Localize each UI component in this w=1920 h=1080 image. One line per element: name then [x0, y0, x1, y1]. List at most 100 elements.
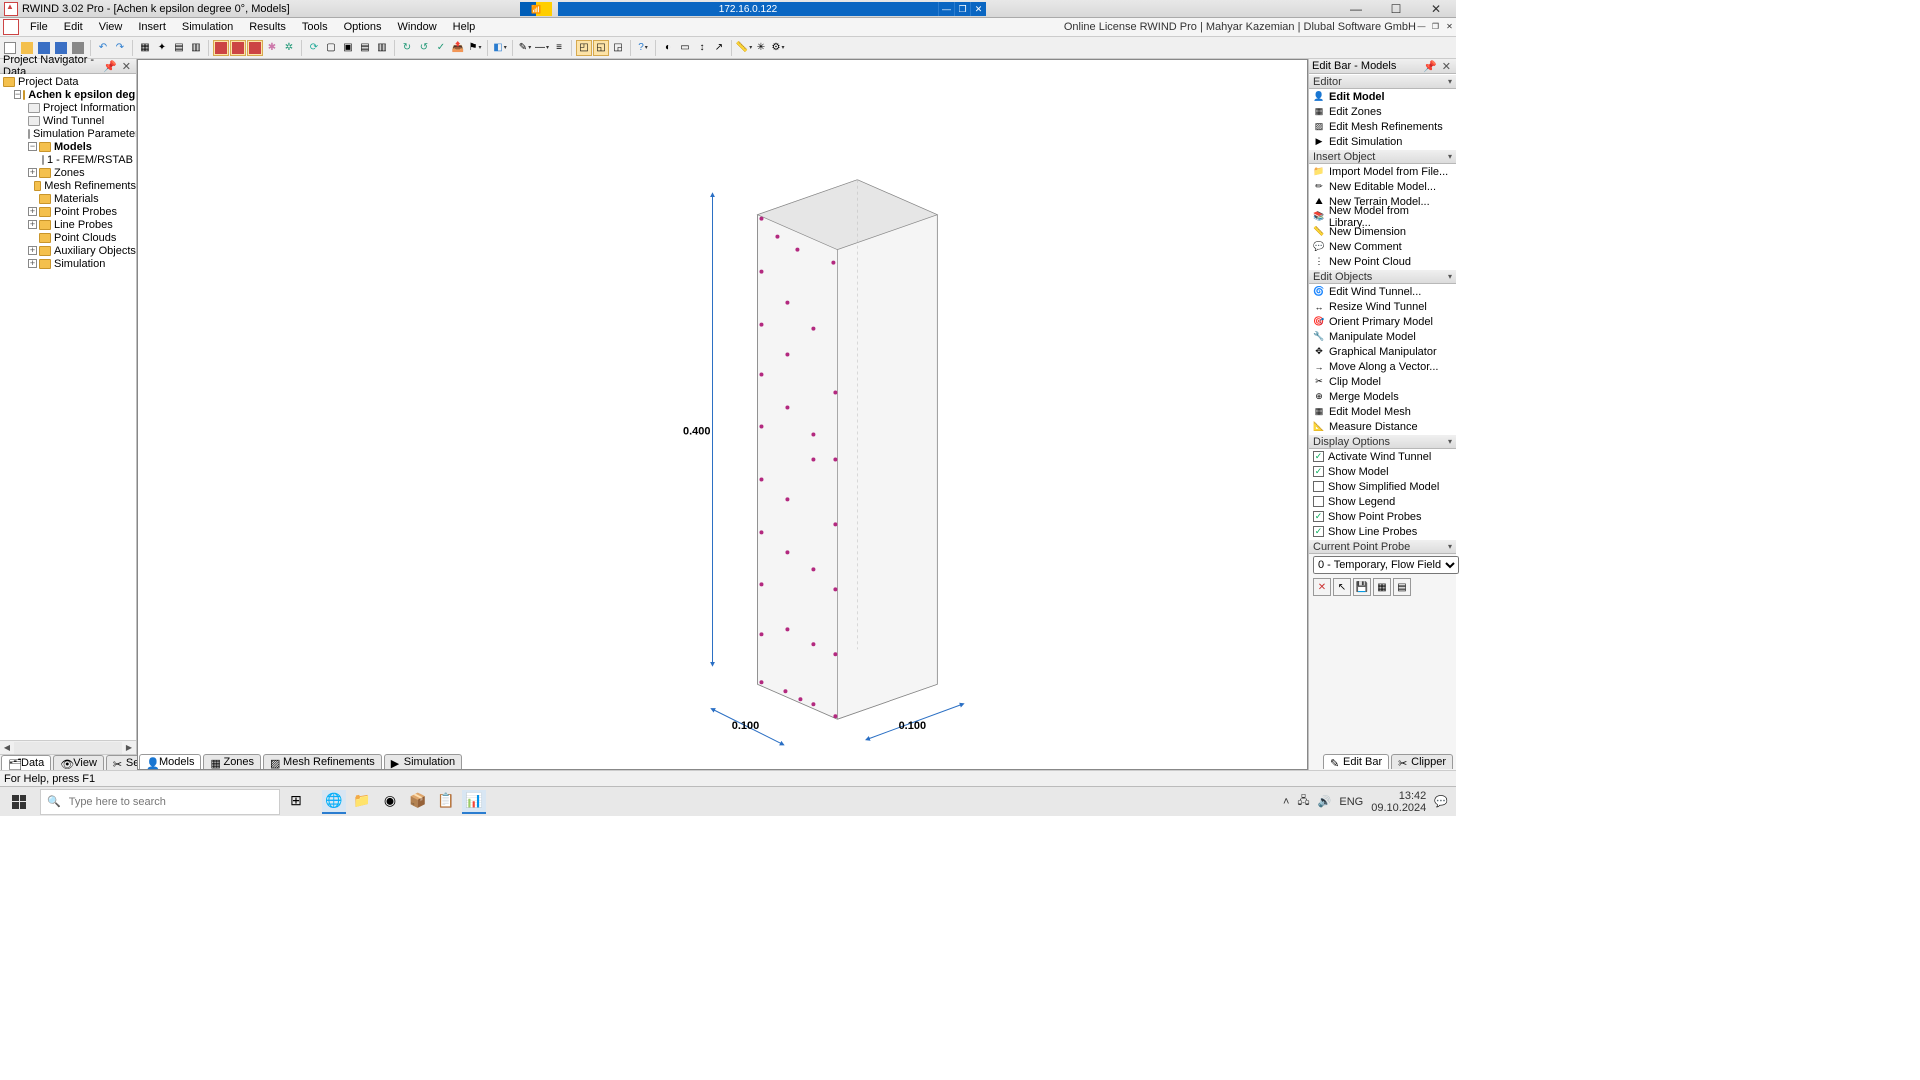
pencil-button[interactable]: ✎▾ [517, 40, 533, 56]
tray-expand-icon[interactable]: ˄ [1283, 796, 1289, 808]
remote-restore-button[interactable]: ❐ [954, 2, 970, 16]
tray-notifications-icon[interactable]: 💬 [1434, 795, 1448, 808]
tree-item[interactable]: Point Probes [54, 206, 117, 218]
taskbar-chrome-icon[interactable]: ◉ [378, 790, 402, 814]
editbar-item-edit-model[interactable]: 👤Edit Model [1309, 89, 1456, 104]
line-button[interactable]: —▾ [534, 40, 550, 56]
sel-mode-2-button[interactable]: ◱ [593, 40, 609, 56]
tool-c-button[interactable]: ↕ [694, 40, 710, 56]
mdi-restore-button[interactable]: ❐ [1429, 20, 1442, 33]
menu-view[interactable]: View [91, 18, 131, 36]
tray-clock[interactable]: 13:42 09.10.2024 [1371, 790, 1426, 814]
expand-icon[interactable]: + [28, 168, 37, 177]
nav-close-button[interactable]: ✕ [120, 60, 133, 73]
right-tab-clipper[interactable]: ✂Clipper [1391, 754, 1453, 769]
tray-lang[interactable]: ENG [1339, 796, 1363, 808]
menu-options[interactable]: Options [336, 18, 390, 36]
mesh-button[interactable]: ✱ [264, 40, 280, 56]
sel-mode-1-button[interactable]: ◰ [576, 40, 592, 56]
window-3-button[interactable]: ▤ [357, 40, 373, 56]
view1-button[interactable] [213, 40, 229, 56]
tray-volume-icon[interactable]: 🔊 [1318, 795, 1332, 808]
ortho-button[interactable]: ▤ [171, 40, 187, 56]
editbar-item-edit-zones[interactable]: ▦Edit Zones [1309, 104, 1456, 119]
expand-icon[interactable]: + [28, 246, 37, 255]
nav-pin-button[interactable]: 📌 [101, 60, 119, 73]
model-tab-simulation[interactable]: ▶Simulation [384, 754, 462, 769]
taskbar-app1-icon[interactable]: 📦 [406, 790, 430, 814]
editbar-item-orient-primary-model[interactable]: 🎯Orient Primary Model [1309, 314, 1456, 329]
model-tab-zones[interactable]: ▦Zones [203, 754, 261, 769]
window-4-button[interactable]: ▥ [374, 40, 390, 56]
menu-file[interactable]: File [22, 18, 56, 36]
tree-item[interactable]: Mesh Refinements [44, 180, 136, 192]
editbar-item-merge-models[interactable]: ⊕Merge Models [1309, 389, 1456, 404]
viewport-3d[interactable]: 0.400 0.100 0.100 [137, 59, 1308, 770]
taskbar-rwind-icon[interactable]: 📊 [462, 790, 486, 814]
mdi-close-button[interactable]: ✕ [1443, 20, 1456, 33]
scroll-track[interactable] [14, 742, 122, 754]
window-1-button[interactable]: ▢ [323, 40, 339, 56]
export-button[interactable]: 📤 [450, 40, 466, 56]
editbar-item-move-along-a-vector[interactable]: →Move Along a Vector... [1309, 359, 1456, 374]
editbar-close-button[interactable]: ✕ [1440, 60, 1453, 73]
display-section-header[interactable]: Display Options▾ [1309, 434, 1456, 449]
menu-results[interactable]: Results [241, 18, 294, 36]
close-button[interactable]: ✕ [1416, 0, 1456, 18]
editbar-item-edit-simulation[interactable]: ▶Edit Simulation [1309, 134, 1456, 149]
remote-close-button[interactable]: ✕ [970, 2, 986, 16]
probe-save-button[interactable]: 💾 [1353, 578, 1371, 596]
simulate-button[interactable]: ✲ [281, 40, 297, 56]
mdi-min-button[interactable]: — [1415, 20, 1428, 33]
editbar-item-edit-wind-tunnel[interactable]: 🌀Edit Wind Tunnel... [1309, 284, 1456, 299]
editbar-pin-button[interactable]: 📌 [1421, 60, 1439, 73]
tree-item[interactable]: Materials [54, 193, 99, 205]
expand-icon[interactable]: + [28, 207, 37, 216]
editor-section-header[interactable]: Editor▾ [1309, 74, 1456, 89]
display-option-show-point-probes[interactable]: ✓Show Point Probes [1309, 509, 1456, 524]
editbar-item-graphical-manipulator[interactable]: ✥Graphical Manipulator [1309, 344, 1456, 359]
cube-button[interactable]: ◧▾ [492, 40, 508, 56]
sync-button[interactable]: ✓ [433, 40, 449, 56]
editobjects-section-header[interactable]: Edit Objects▾ [1309, 269, 1456, 284]
editbar-item-clip-model[interactable]: ✂Clip Model [1309, 374, 1456, 389]
start-button[interactable] [0, 787, 38, 817]
probe-view-button[interactable]: ▦ [1373, 578, 1391, 596]
point-probe-select[interactable]: 0 - Temporary, Flow Field [1313, 556, 1459, 574]
display-option-activate-wind-tunnel[interactable]: ✓Activate Wind Tunnel [1309, 449, 1456, 464]
nav-tab-data[interactable]: 🗂Data [1, 755, 51, 770]
minimize-button[interactable]: — [1336, 0, 1376, 18]
view3-button[interactable] [247, 40, 263, 56]
rotate-cw-button[interactable]: ↻ [399, 40, 415, 56]
collapse-icon[interactable]: − [14, 90, 21, 99]
settings-button[interactable]: ⚙▾ [770, 40, 786, 56]
pattern-button[interactable]: ≡ [551, 40, 567, 56]
insert-section-header[interactable]: Insert Object▾ [1309, 149, 1456, 164]
model-tab-models[interactable]: 👤Models [139, 754, 201, 769]
menu-simulation[interactable]: Simulation [174, 18, 241, 36]
menu-window[interactable]: Window [390, 18, 445, 36]
refresh-button[interactable]: ⟳ [306, 40, 322, 56]
tree-item[interactable]: Auxiliary Objects [54, 245, 136, 257]
tree-item[interactable]: Project Information [43, 102, 135, 114]
tree-item[interactable]: Point Clouds [54, 232, 116, 244]
probe-button[interactable]: ✳ [753, 40, 769, 56]
editbar-item-measure-distance[interactable]: 📐Measure Distance [1309, 419, 1456, 434]
probe-delete-button[interactable]: ✕ [1313, 578, 1331, 596]
redo-button[interactable]: ↷ [112, 40, 128, 56]
scroll-right-button[interactable]: ▶ [122, 743, 136, 752]
tree-root[interactable]: Project Data [18, 76, 79, 88]
taskbar-search[interactable]: 🔍 Type here to search [40, 789, 280, 815]
taskbar-edge-icon[interactable]: 🌐 [322, 790, 346, 814]
display-option-show-model[interactable]: ✓Show Model [1309, 464, 1456, 479]
editbar-item-edit-mesh-refinements[interactable]: ▨Edit Mesh Refinements [1309, 119, 1456, 134]
editbar-item-new-model-from-library[interactable]: 📚New Model from Library... [1309, 209, 1456, 224]
tree-item[interactable]: Wind Tunnel [43, 115, 104, 127]
view2-button[interactable] [230, 40, 246, 56]
project-tree[interactable]: Project Data −Achen k epsilon degree Pro… [0, 74, 136, 740]
window-2-button[interactable]: ▣ [340, 40, 356, 56]
menu-insert[interactable]: Insert [130, 18, 174, 36]
probe-list-button[interactable]: ▤ [1393, 578, 1411, 596]
sel-mode-3-button[interactable]: ◲ [610, 40, 626, 56]
align-button[interactable]: ▥ [188, 40, 204, 56]
